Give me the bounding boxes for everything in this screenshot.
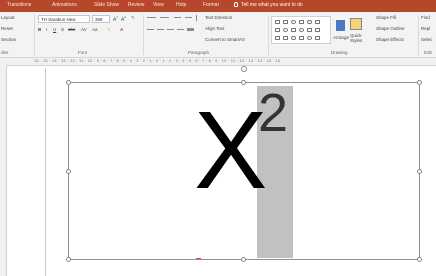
tab-transitions[interactable]: Transitions xyxy=(7,2,31,8)
shape-thumb[interactable] xyxy=(315,28,320,32)
group-separator xyxy=(34,15,35,55)
shape-effects-button[interactable]: Shape Effects xyxy=(376,37,404,42)
text-direction-button[interactable]: Text Direction xyxy=(205,15,232,20)
font-color-icon[interactable]: A xyxy=(120,27,123,32)
shapes-gallery[interactable] xyxy=(271,16,331,44)
clear-format-icon[interactable]: ✎ xyxy=(131,15,135,21)
rotate-handle-icon[interactable] xyxy=(241,66,247,72)
shape-thumb[interactable] xyxy=(307,20,312,24)
resize-handle-right[interactable] xyxy=(417,169,422,174)
convert-smartart-button[interactable]: Convert to SmartArt xyxy=(205,37,245,42)
select-button[interactable]: Selec xyxy=(421,37,432,42)
align-left-icon[interactable] xyxy=(147,29,154,30)
shape-fill-button[interactable]: Shape Fill xyxy=(376,15,396,20)
shrink-font-icon[interactable]: Av xyxy=(121,15,126,22)
tell-me-text: Tell me what you want to do xyxy=(241,2,303,8)
slides-group-label: des xyxy=(1,50,9,55)
increase-indent-icon[interactable] xyxy=(185,17,192,18)
reset-button[interactable]: Reset xyxy=(1,26,13,31)
shape-thumb[interactable] xyxy=(275,20,280,24)
bold-icon[interactable]: B xyxy=(38,27,41,32)
shape-thumb[interactable] xyxy=(299,28,304,32)
grow-font-icon[interactable]: A^ xyxy=(113,15,118,22)
quick-styles-button[interactable]: Quick Styles xyxy=(350,33,370,43)
shadow-icon[interactable]: S xyxy=(61,27,64,32)
tab-format[interactable]: Format xyxy=(203,2,219,8)
shape-thumb[interactable] xyxy=(307,36,312,40)
lightbulb-icon xyxy=(234,2,238,7)
resize-handle-left[interactable] xyxy=(66,169,71,174)
align-right-icon[interactable] xyxy=(167,29,174,30)
shape-thumb[interactable] xyxy=(283,36,288,40)
tell-me-box[interactable]: Tell me what you want to do xyxy=(234,2,303,8)
align-center-icon[interactable] xyxy=(157,29,164,30)
char-spacing-icon[interactable]: AV xyxy=(81,27,87,32)
numbering-icon[interactable] xyxy=(160,17,169,18)
font-size-dropdown[interactable]: 388 xyxy=(92,15,110,23)
change-case-icon[interactable]: Aa xyxy=(92,27,98,32)
resize-handle-bottom-right[interactable] xyxy=(417,257,422,262)
arrange-icon xyxy=(336,20,345,31)
font-group-label: Font xyxy=(78,50,88,55)
group-separator xyxy=(268,15,269,55)
quick-styles-icon xyxy=(350,18,362,30)
tab-help[interactable]: Help xyxy=(176,2,186,8)
line-spacing-icon[interactable] xyxy=(196,15,197,21)
resize-handle-top[interactable] xyxy=(241,80,246,85)
strikethrough-icon[interactable]: abc xyxy=(68,27,75,32)
highlight-icon[interactable]: ✎ xyxy=(107,27,111,33)
italic-icon[interactable]: I xyxy=(46,27,47,32)
font-name-dropdown[interactable]: TH Sarabun New xyxy=(38,15,90,23)
base-text[interactable]: X xyxy=(194,96,267,206)
shape-thumb[interactable] xyxy=(291,28,296,32)
resize-handle-top-left[interactable] xyxy=(66,80,71,85)
columns-icon[interactable] xyxy=(187,28,194,31)
replace-button[interactable]: Repl xyxy=(421,26,430,31)
ruler-ticks: 16 · 15 · 14 · 13 · 12 · 11 · 10 · 9 · 8… xyxy=(34,58,281,63)
shape-thumb[interactable] xyxy=(283,28,288,32)
shape-thumb[interactable] xyxy=(315,20,320,24)
arrange-button[interactable]: Arrange xyxy=(333,35,349,40)
vertical-ruler[interactable] xyxy=(0,58,7,276)
shape-outline-button[interactable]: Shape Outline xyxy=(376,26,405,31)
paragraph-group-label: Paragraph xyxy=(188,50,210,55)
shape-thumb[interactable] xyxy=(275,36,280,40)
shape-thumb[interactable] xyxy=(299,20,304,24)
editing-group-label: Edit xyxy=(424,50,432,55)
layout-button[interactable]: Layout xyxy=(1,15,15,20)
slide-left-edge xyxy=(45,68,46,276)
horizontal-ruler[interactable]: 16 · 15 · 14 · 13 · 12 · 11 · 10 · 9 · 8… xyxy=(6,58,436,66)
resize-handle-top-right[interactable] xyxy=(417,80,422,85)
spellcheck-marker xyxy=(196,258,201,259)
find-button[interactable]: Find xyxy=(421,15,430,20)
tab-slide-show[interactable]: Slide Show xyxy=(94,2,119,8)
shape-thumb[interactable] xyxy=(275,28,280,32)
tab-view[interactable]: View xyxy=(153,2,164,8)
ribbon-tab-bar: Transitions Animations Slide Show Review… xyxy=(0,0,436,12)
shape-thumb[interactable] xyxy=(299,36,304,40)
section-button[interactable]: Section xyxy=(1,37,16,42)
shape-thumb[interactable] xyxy=(307,28,312,32)
superscript-text[interactable]: 2 xyxy=(258,86,288,140)
group-separator xyxy=(418,15,419,55)
shape-thumb[interactable] xyxy=(291,36,296,40)
resize-handle-bottom[interactable] xyxy=(241,257,246,262)
bullets-icon[interactable] xyxy=(147,17,156,18)
ribbon: Layout Reset Section des TH Sarabun New … xyxy=(0,12,436,58)
align-text-button[interactable]: Align Text xyxy=(205,26,224,31)
resize-handle-bottom-left[interactable] xyxy=(66,257,71,262)
underline-icon[interactable]: U xyxy=(53,27,56,32)
group-separator xyxy=(143,15,144,55)
decrease-indent-icon[interactable] xyxy=(174,17,181,18)
tab-review[interactable]: Review xyxy=(128,2,144,8)
tab-animations[interactable]: Animations xyxy=(52,2,77,8)
shape-thumb[interactable] xyxy=(283,20,288,24)
shape-thumb[interactable] xyxy=(291,20,296,24)
justify-icon[interactable] xyxy=(177,29,184,30)
drawing-group-label: Drawing xyxy=(331,50,348,55)
shape-thumb[interactable] xyxy=(315,36,320,40)
